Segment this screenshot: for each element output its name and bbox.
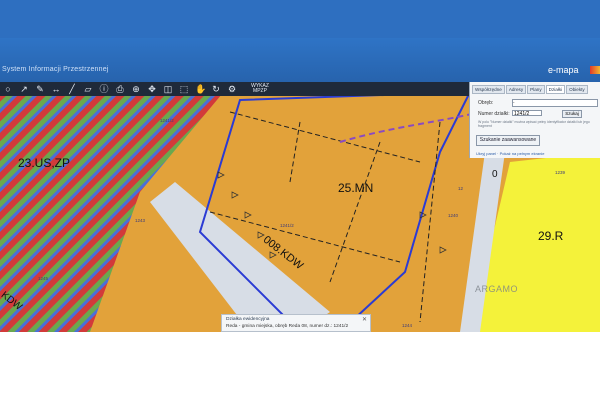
advanced-search-button[interactable]: Szukanie zaawansowane — [476, 135, 540, 146]
gear-icon[interactable]: ⚙ — [227, 84, 237, 94]
select-icon[interactable]: ⬚ — [179, 84, 189, 94]
arrow-icon[interactable]: ↗ — [19, 84, 29, 94]
search-panel: Współrzędne Adresy Plany Działki Obiekty… — [469, 82, 600, 158]
pen-icon[interactable]: ✎ — [35, 84, 45, 94]
tab-coordinates[interactable]: Współrzędne — [472, 85, 505, 94]
parcel-popup: Działka ewidencyjna ✕ Reda - gmina miejs… — [221, 314, 371, 332]
parcel-label: 1239 — [555, 170, 566, 175]
tab-objects[interactable]: Obiekty — [566, 85, 588, 94]
layers-icon[interactable]: ◫ — [163, 84, 173, 94]
tab-plans[interactable]: Plany — [527, 85, 545, 94]
obreb-label: Obręb: — [478, 100, 494, 106]
tab-addresses[interactable]: Adresy — [505, 85, 527, 94]
header-band — [0, 38, 600, 82]
label-us-zp: 23.US,ZP — [18, 156, 70, 170]
close-icon[interactable]: ✕ — [362, 316, 367, 323]
zoom-icon[interactable]: ⊕ — [131, 84, 141, 94]
pan-icon[interactable]: ✥ — [147, 84, 157, 94]
parcel-label: 1243 — [135, 218, 146, 223]
search-hint: W polu "Numer działki" można wpisać pełn… — [478, 120, 590, 128]
parcel-label: 1241/2 — [280, 223, 294, 228]
e-mapa-logo-mark — [590, 66, 600, 74]
hand-icon[interactable]: ✋ — [195, 84, 206, 94]
app-title: System Informacji Przestrzennej — [2, 66, 109, 73]
label-road-right: 0 — [492, 169, 498, 180]
e-mapa-logo: e-mapa — [548, 65, 579, 75]
parcel-label: 1244 — [402, 323, 413, 328]
tab-parcels[interactable]: Działki — [545, 85, 566, 94]
panel-links[interactable]: Ukryj panel · Pokaż na pełnym ekranie — [476, 151, 544, 156]
area-icon[interactable]: ▱ — [83, 84, 93, 94]
popup-body: Reda - gmina miejska, obręb Reda 08, num… — [226, 324, 349, 329]
circle-icon[interactable]: ○ — [3, 84, 13, 94]
info-icon[interactable]: ⓘ — [99, 84, 109, 94]
print-icon[interactable]: ⎙ — [115, 84, 125, 94]
obreb-select[interactable]: - — [512, 99, 598, 107]
search-button[interactable]: Szukaj — [562, 110, 582, 118]
parcel-label: 1240 — [448, 213, 459, 218]
parcel-label: 1241/2 — [160, 118, 174, 123]
measure-icon[interactable]: ↔ — [51, 84, 61, 94]
parcel-number-input[interactable]: 1241/2 — [512, 110, 542, 117]
label-r: 29.R — [538, 229, 564, 243]
popup-title: Działka ewidencyjna — [226, 317, 270, 322]
refresh-icon[interactable]: ↻ — [211, 84, 221, 94]
numer-label: Numer działki: — [478, 111, 510, 117]
line-icon[interactable]: ╱ — [67, 84, 77, 94]
map-toolbar: ○ ↗ ✎ ↔ ╱ ▱ ⓘ ⎙ ⊕ ✥ ◫ ⬚ ✋ ↻ ⚙ WYKAZ MPZP — [0, 82, 470, 96]
parcel-label: 1245 — [38, 276, 49, 281]
app-header: System Informacji Przestrzennej e-mapa — [0, 0, 600, 82]
parcel-label: 12 — [458, 186, 464, 191]
panel-tabs: Współrzędne Adresy Plany Działki Obiekty — [470, 82, 600, 94]
label-mn: 25.MN — [338, 181, 373, 195]
argamo-watermark: ARGAMO — [475, 284, 519, 294]
blank-footer-area — [0, 332, 600, 400]
wykaz-mpzp-button[interactable]: WYKAZ MPZP — [247, 84, 273, 94]
